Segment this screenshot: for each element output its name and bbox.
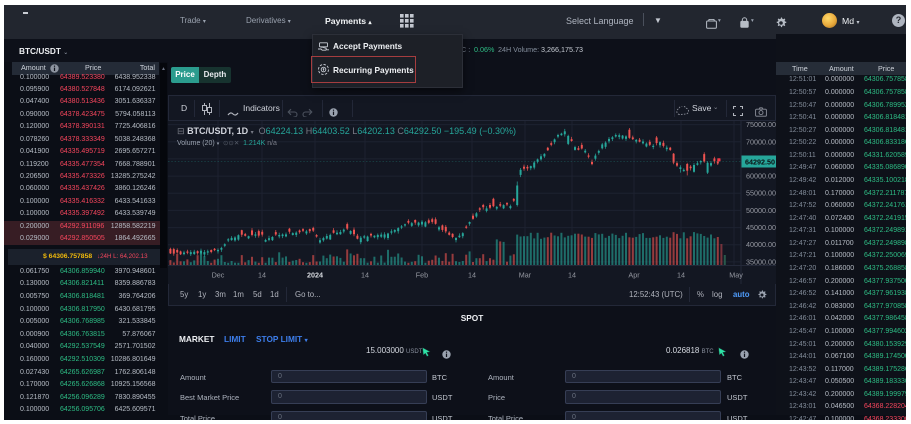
svg-text:75000.00: 75000.00	[746, 120, 776, 129]
svg-text:Apr: Apr	[628, 271, 640, 280]
svg-text:14: 14	[568, 271, 576, 280]
svg-text:Feb: Feb	[416, 271, 428, 280]
svg-text:40000.00: 40000.00	[746, 240, 776, 249]
svg-text:Mar: Mar	[519, 271, 532, 280]
svg-text:45000.00: 45000.00	[746, 223, 776, 232]
svg-text:14: 14	[677, 271, 685, 280]
svg-text:50000.00: 50000.00	[746, 206, 776, 215]
svg-text:May: May	[729, 271, 743, 280]
svg-text:55000.00: 55000.00	[746, 189, 776, 198]
svg-text:14: 14	[361, 271, 369, 280]
svg-text:2024: 2024	[307, 271, 323, 280]
svg-text:60000.00: 60000.00	[746, 172, 776, 181]
svg-text:Dec: Dec	[212, 271, 225, 280]
svg-text:35000.00: 35000.00	[746, 257, 776, 266]
svg-text:70000.00: 70000.00	[746, 137, 776, 146]
svg-text:14: 14	[258, 271, 266, 280]
svg-text:64292.50: 64292.50	[745, 157, 775, 166]
svg-text:14: 14	[468, 271, 476, 280]
